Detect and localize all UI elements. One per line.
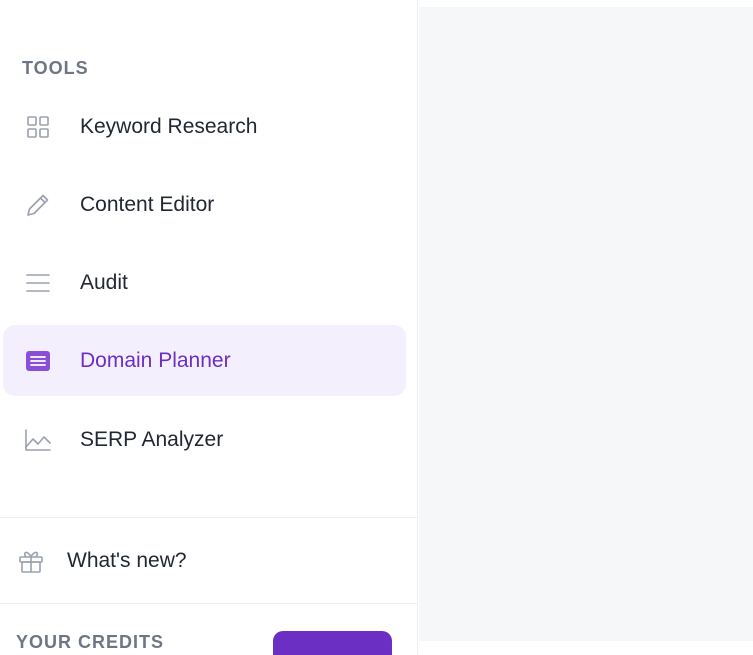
whats-new-label: What's new? — [67, 549, 187, 572]
sidebar-item-content-editor[interactable]: Content Editor — [3, 169, 406, 240]
sidebar-item-label: SERP Analyzer — [80, 427, 224, 451]
document-icon — [24, 347, 52, 375]
menu-lines-icon — [24, 269, 52, 297]
sidebar-item-label: Keyword Research — [80, 114, 258, 138]
grid-icon — [24, 113, 52, 141]
credits-section-label: YOUR CREDITS — [16, 632, 165, 652]
main-content-area — [419, 7, 753, 641]
sidebar-item-audit[interactable]: Audit — [3, 247, 406, 318]
whats-new-item[interactable]: What's new? — [0, 525, 418, 597]
gift-icon — [17, 547, 45, 575]
tools-section-label: TOOLS — [22, 58, 89, 78]
app-window: TOOLS Keyword Research Content Editor Au… — [0, 0, 753, 655]
sidebar-item-domain-planner[interactable]: Domain Planner — [3, 325, 406, 396]
sidebar-item-keyword-research[interactable]: Keyword Research — [3, 91, 406, 162]
divider — [0, 517, 418, 518]
pencil-icon — [24, 191, 52, 219]
credits-button[interactable] — [273, 631, 392, 655]
sidebar-item-serp-analyzer[interactable]: SERP Analyzer — [3, 404, 406, 475]
divider — [0, 603, 418, 604]
sidebar-item-label: Content Editor — [80, 192, 215, 216]
sidebar-item-label: Audit — [80, 270, 128, 294]
line-chart-icon — [24, 426, 52, 454]
sidebar: TOOLS Keyword Research Content Editor Au… — [0, 0, 418, 655]
sidebar-item-label: Domain Planner — [80, 348, 231, 372]
